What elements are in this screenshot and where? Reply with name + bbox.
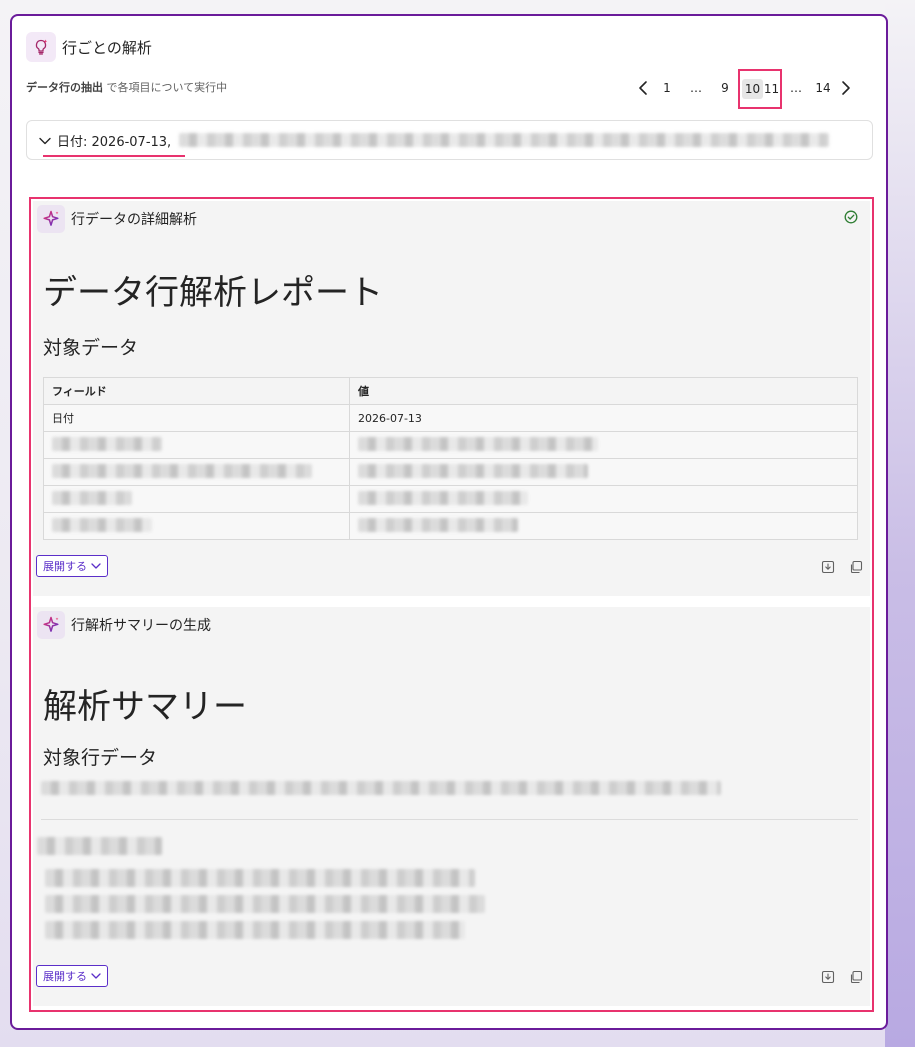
card-header: 行ごとの解析 — [26, 32, 152, 62]
copy-icon[interactable] — [848, 559, 864, 575]
card-title: 行ごとの解析 — [62, 38, 152, 57]
table-row-redacted — [43, 431, 858, 459]
table-cell-value: 2026-07-13 — [349, 404, 858, 432]
sparkle-icon — [37, 611, 65, 639]
chevron-down-icon[interactable] — [39, 131, 51, 150]
fields-table: フィールド 値 日付 2026-07-13 — [43, 377, 858, 540]
table-row-redacted — [43, 512, 858, 540]
page-9[interactable]: 9 — [712, 81, 738, 95]
redacted-text — [37, 837, 162, 855]
redacted-cell — [43, 485, 350, 513]
table-row: 日付 2026-07-13 — [43, 404, 858, 432]
lightbulb-sparkle-icon — [26, 32, 56, 62]
table-header-row: フィールド 値 — [43, 377, 858, 405]
summary-subheading: 対象行データ — [43, 747, 158, 769]
chevron-right-icon[interactable] — [836, 80, 856, 96]
download-icon[interactable] — [820, 559, 836, 575]
section-row-summary: 行解析サマリーの生成 解析サマリー 対象行データ 展開する — [33, 607, 870, 1006]
chevron-left-icon[interactable] — [632, 80, 654, 96]
current-page-highlight: 10 11 — [738, 69, 782, 109]
redacted-cell — [349, 512, 858, 540]
expand-button[interactable]: 展開する — [36, 965, 108, 987]
redacted-cell — [43, 458, 350, 486]
page-11[interactable]: 11 — [763, 82, 780, 96]
status-line: データ行の抽出 で各項目について実行中 — [26, 79, 227, 95]
page-ellipsis-left: … — [690, 81, 702, 95]
pagination: 1 … 9 10 11 … 14 — [632, 69, 856, 109]
table-row-redacted — [43, 485, 858, 513]
redacted-row-data — [41, 781, 721, 795]
page-10-current[interactable]: 10 — [742, 79, 763, 99]
row-filter-toggle[interactable]: 日付: 2026-07-13, — [26, 120, 873, 160]
redacted-cell — [349, 458, 858, 486]
background-glow — [885, 0, 915, 1047]
filter-label-text: 日付: 2026-07-13, — [57, 134, 172, 150]
results-highlight-box: 行データの詳細解析 データ行解析レポート 対象データ フィールド 値 日付 20… — [29, 197, 874, 1012]
redacted-cell — [43, 512, 350, 540]
redacted-filter-values — [179, 133, 830, 147]
copy-icon[interactable] — [848, 969, 864, 985]
page-1[interactable]: 1 — [654, 81, 680, 95]
report-subheading: 対象データ — [43, 337, 139, 359]
redacted-cell — [349, 431, 858, 459]
table-row-redacted — [43, 458, 858, 486]
filter-label: 日付: 2026-07-13, — [43, 131, 186, 157]
chevron-down-icon — [91, 973, 101, 979]
chevron-down-icon — [91, 563, 101, 569]
column-header-value: 値 — [349, 377, 858, 405]
summary-heading: 解析サマリー — [43, 687, 247, 727]
section-header: 行データの詳細解析 — [37, 205, 197, 233]
redacted-text — [45, 895, 485, 913]
section-title: 行データの詳細解析 — [71, 212, 197, 228]
expand-label: 展開する — [43, 560, 87, 573]
page-ellipsis-right: … — [790, 81, 802, 95]
page-14[interactable]: 14 — [810, 81, 836, 95]
download-icon[interactable] — [820, 969, 836, 985]
report-heading: データ行解析レポート — [43, 273, 383, 313]
column-header-field: フィールド — [43, 377, 350, 405]
redacted-cell — [43, 431, 350, 459]
redacted-text — [45, 869, 475, 887]
expand-button[interactable]: 展開する — [36, 555, 108, 577]
status-text: で各項目について実行中 — [103, 81, 228, 94]
redacted-cell — [349, 485, 858, 513]
row-analysis-card: 行ごとの解析 データ行の抽出 で各項目について実行中 1 … 9 10 11 …… — [10, 14, 888, 1030]
redacted-text — [45, 921, 465, 939]
divider — [41, 819, 858, 820]
check-circle-icon — [844, 209, 858, 228]
table-cell-field: 日付 — [43, 404, 350, 432]
section-title: 行解析サマリーの生成 — [71, 618, 211, 634]
expand-label: 展開する — [43, 970, 87, 983]
status-step-name: データ行の抽出 — [26, 81, 103, 94]
section-row-detail: 行データの詳細解析 データ行解析レポート 対象データ フィールド 値 日付 20… — [33, 201, 870, 596]
filter-highlight-underline — [43, 154, 186, 157]
sparkle-icon — [37, 205, 65, 233]
section-header: 行解析サマリーの生成 — [37, 611, 211, 639]
